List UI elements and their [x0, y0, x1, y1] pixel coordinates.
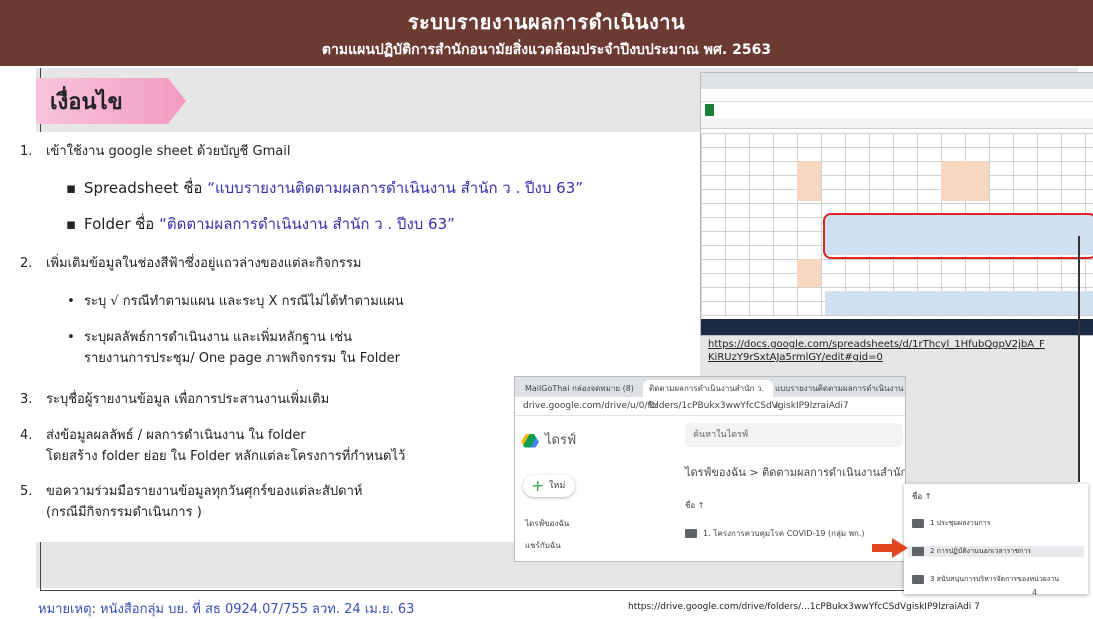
- step-2-sub-1: • ระบุ √ กรณีทำตามแผน และระบุ X กรณีไม่ได…: [58, 290, 404, 311]
- page-number: 4: [1032, 588, 1038, 597]
- drive-brand: ไดรฟ์: [521, 429, 576, 450]
- sheet-title-bar: [701, 102, 1093, 118]
- step-5: 5. ขอความร่วมมือรายงานข้อมูลทุกวันศุกร์ขอ…: [20, 480, 363, 522]
- arrow-right-icon: [872, 538, 908, 558]
- folder-name: “ติดตามผลการดำเนินงาน สำนัก ว . ปีงบ 63”: [159, 215, 455, 233]
- name-header: ชื่อ ↑: [685, 501, 705, 510]
- step-2: 2. เพิ่มเติมข้อมูลในช่องสีฟ้าซึ่งอยู่แถวล…: [20, 252, 361, 273]
- sub-prefix: Folder ชื่อ: [84, 215, 160, 233]
- step-number: 5.: [20, 484, 33, 499]
- drive-link[interactable]: https://drive.google.com/drive/folders/.…: [628, 602, 980, 612]
- spreadsheet-link[interactable]: https://docs.google.com/spreadsheets/d/1…: [708, 338, 1093, 364]
- step-1-sub-2: ▪ Folder ชื่อ “ติดตามผลการดำเนินงาน สำนัก…: [58, 212, 455, 236]
- popup-row-2: 2 การปฏิบัติงานนอกเวลาราชการ: [908, 546, 1084, 557]
- divider-line: [1078, 236, 1080, 482]
- folder-icon: [685, 529, 697, 538]
- windows-taskbar: [701, 319, 1093, 335]
- step-text: ส่งข้อมูลผลลัพธ์ / ผลการดำเนินงาน ใน fol…: [46, 428, 306, 443]
- tab-drive: ติดตามผลการดำเนินงานสำนัก ว. ปีง: [643, 380, 773, 410]
- nav-my-drive: ไดรฟ์ของฉัน: [525, 519, 570, 528]
- step-3: 3. ระบุชื่อผู้รายงานข้อมูล เพื่อการประสาน…: [20, 388, 329, 409]
- browser-urlbar: [701, 89, 1093, 102]
- step-text-2: โดยสร้าง folder ย่อย ใน Folder หลักแต่ละ…: [46, 449, 406, 464]
- step-text: ขอความร่วมมือรายงานข้อมูลทุกวันศุกร์ของแ…: [46, 484, 363, 499]
- step-text: เพิ่มเติมข้อมูลในช่องสีฟ้าซึ่งอยู่แถวล่า…: [46, 256, 362, 271]
- new-button: + ใหม่: [523, 475, 575, 497]
- spreadsheet-name: “แบบรายงานติดตามผลการดำเนินงาน สำนัก ว .…: [207, 179, 584, 197]
- sub-text: ระบุ √ กรณีทำตามแผน และระบุ X กรณีไม่ได้…: [84, 294, 404, 309]
- condition-heading: เงื่อนไข: [36, 78, 186, 124]
- square-bullet-icon: ▪: [65, 179, 77, 197]
- folder-icon: [912, 546, 924, 556]
- browser-tabs: MailGoThai กล่องจดหมาย (8) ติดตามผลการดำ…: [515, 377, 905, 410]
- step-text: เข้าใช้งาน google sheet ด้วยบัญชี Gmail: [46, 144, 291, 159]
- sheets-icon: [705, 104, 714, 116]
- step-1: 1. เข้าใช้งาน google sheet ด้วยบัญชี Gmai…: [20, 140, 290, 161]
- drive-logo-icon: [521, 433, 539, 448]
- drive-search: ค้นหาในไดรฟ์: [685, 423, 903, 447]
- drive-breadcrumb: ไดรฟ์ของฉัน > ติดตามผลการดำเนินงานสำนัก …: [685, 466, 906, 479]
- page-title: ระบบรายงานผลการดำเนินงาน: [407, 10, 686, 34]
- folder-list-popup: ชื่อ ↑ 1 ประชุมผลงานการ 2 การปฏิบัติงานน…: [904, 484, 1088, 594]
- sub-text-2: รายงานการประชุม/ One page ภาพกิจกรรม ใน …: [84, 351, 400, 366]
- tab-mail: MailGoThai กล่องจดหมาย (8): [525, 384, 634, 393]
- popup-header: ชื่อ ↑: [912, 492, 932, 501]
- dot-bullet-icon: •: [67, 294, 75, 309]
- folder-row: 1. โครงการควบคุมโรค COVID-19 (กลุ่ม พก.): [685, 527, 865, 540]
- step-text-2: (กรณีมีกิจกรรมดำเนินการ ): [46, 505, 202, 520]
- popup-row-3: 3 สนับสนุนการบริหารจัดการของหน่วยงาน: [912, 574, 1059, 585]
- tab-sheet: แบบรายงานติดตามผลการดำเนินงาน ส: [775, 384, 904, 410]
- step-number: 1.: [20, 144, 33, 159]
- dot-bullet-icon: •: [67, 330, 75, 345]
- step-text: ระบุชื่อผู้รายงานข้อมูล เพื่อการประสานงา…: [46, 392, 330, 407]
- step-4: 4. ส่งข้อมูลผลลัพธ์ / ผลการดำเนินงาน ใน f…: [20, 424, 405, 466]
- step-1-sub-1: ▪ Spreadsheet ชื่อ “แบบรายงานติดตามผลการด…: [58, 176, 583, 200]
- folder-icon: [912, 518, 924, 528]
- step-number: 4.: [20, 428, 33, 443]
- highlight-box: [823, 213, 1093, 259]
- nav-shared: แชร์กับฉัน: [525, 541, 561, 550]
- page-subtitle: ตามแผนปฏิบัติการสำนักอนามัยสิ่งแวดล้อมปร…: [321, 42, 772, 58]
- popup-row-1: 1 ประชุมผลงานการ: [912, 518, 990, 529]
- step-2-sub-2: • ระบุผลลัพธ์การดำเนินงาน และเพิ่มหลักฐาน…: [58, 326, 400, 368]
- sub-prefix: Spreadsheet ชื่อ: [84, 179, 208, 197]
- step-number: 3.: [20, 392, 33, 407]
- plus-icon: +: [531, 476, 545, 495]
- step-number: 2.: [20, 256, 33, 271]
- folder-icon: [912, 574, 924, 584]
- sheet-toolbar: [701, 118, 1093, 129]
- drive-screenshot: MailGoThai กล่องจดหมาย (8) ติดตามผลการดำ…: [514, 376, 906, 562]
- title-banner: ระบบรายงานผลการดำเนินงาน ตามแผนปฏิบัติกา…: [0, 0, 1093, 66]
- drive-url: drive.google.com/drive/u/0/folders/1cPBu…: [515, 397, 905, 416]
- sub-text: ระบุผลลัพธ์การดำเนินงาน และเพิ่มหลักฐาน …: [84, 330, 353, 345]
- square-bullet-icon: ▪: [65, 215, 77, 233]
- spreadsheet-screenshot: [700, 72, 1093, 336]
- browser-tabs: [701, 73, 1093, 89]
